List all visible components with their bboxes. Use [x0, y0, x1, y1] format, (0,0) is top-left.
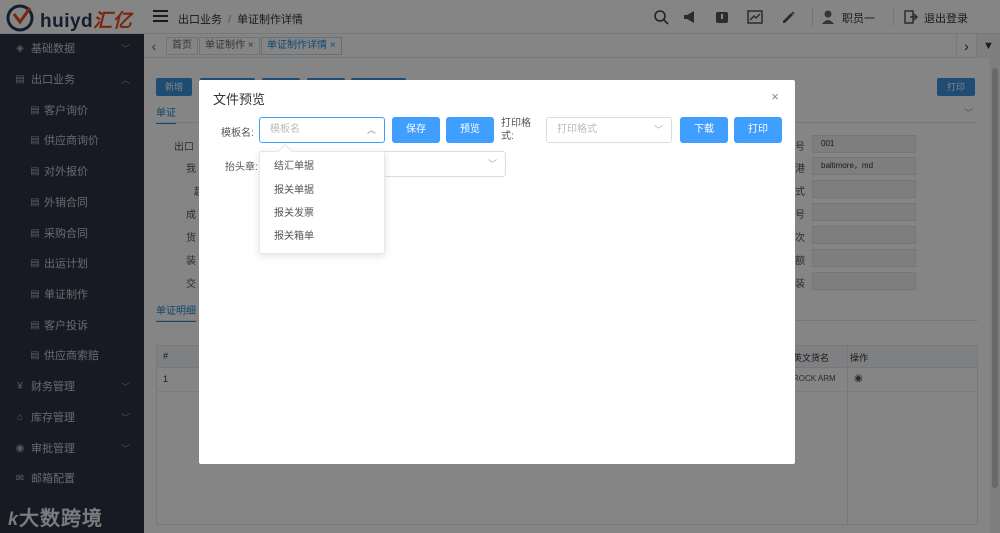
chevron-down-icon: ﹀: [487, 159, 497, 169]
template-label: 模板名:: [221, 128, 254, 139]
print-format-placeholder: 打印格式: [557, 124, 597, 135]
print-button[interactable]: 打印: [734, 117, 782, 143]
template-placeholder: 模板名: [270, 124, 300, 135]
template-option[interactable]: 报关单据: [260, 180, 384, 202]
save-button[interactable]: 保存: [392, 117, 440, 143]
dialog-title: 文件预览: [213, 92, 266, 107]
template-dropdown: 结汇单据 报关单据 报关发票 报关箱单: [259, 143, 385, 254]
template-option[interactable]: 结汇单据: [260, 156, 384, 178]
download-button[interactable]: 下载: [680, 117, 728, 143]
print-format-select[interactable]: 打印格式 ﹀: [546, 117, 672, 143]
preview-button[interactable]: 预览: [446, 117, 494, 143]
close-icon[interactable]: ×: [769, 90, 781, 103]
template-option[interactable]: 报关发票: [260, 203, 384, 225]
file-preview-dialog: 文件预览 × 模板名: 模板名 ︿ 保存 预览 打印格 式: 打印格式 ﹀ 下载…: [199, 80, 795, 464]
chevron-up-icon: ︿: [366, 125, 376, 135]
letterhead-label: 抬头章:: [225, 162, 258, 173]
template-select[interactable]: 模板名 ︿: [259, 117, 385, 143]
chevron-down-icon: ﹀: [653, 125, 663, 135]
template-option[interactable]: 报关箱单: [260, 226, 384, 248]
print-format-label: 打印格 式:: [501, 118, 531, 142]
